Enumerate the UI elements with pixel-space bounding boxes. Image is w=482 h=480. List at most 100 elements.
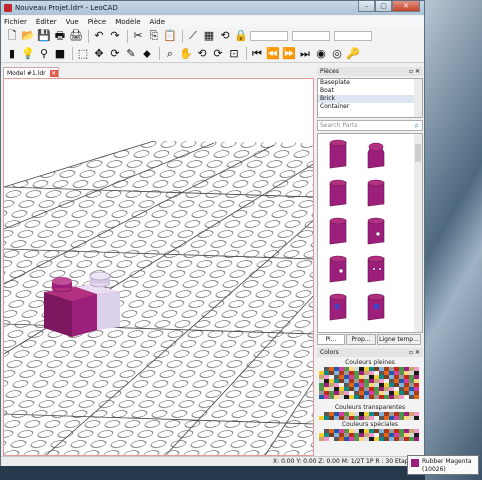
pieces-panel-header: Pièces ▫ ✕ xyxy=(317,67,423,76)
copy-icon[interactable]: ⎘ xyxy=(147,29,161,43)
last-step-icon[interactable]: ⏭ xyxy=(298,47,312,61)
panel-float-close-icon[interactable]: ▫ ✕ xyxy=(409,67,420,76)
delete-icon[interactable]: ✎ xyxy=(124,47,138,61)
print-icon[interactable]: 🖶 xyxy=(53,29,67,43)
paste-icon[interactable]: 📋 xyxy=(163,29,177,43)
part-thumb xyxy=(329,293,347,321)
color-swatch[interactable] xyxy=(414,395,419,399)
list-item[interactable]: Boat xyxy=(318,87,422,95)
undo-icon[interactable]: ↶ xyxy=(92,29,106,43)
panel-float-close-icon[interactable]: ▫ ✕ xyxy=(409,348,420,357)
tab-label: Model #1.ldr xyxy=(7,69,46,77)
time-field[interactable] xyxy=(250,31,288,41)
zoom-region-icon[interactable]: ⊡ xyxy=(227,47,241,61)
move-icon[interactable]: ✥ xyxy=(92,47,106,61)
save-icon[interactable]: 💾 xyxy=(37,29,51,43)
part-thumb xyxy=(367,142,385,169)
roll-icon[interactable]: ⟳ xyxy=(211,47,225,61)
part-thumb xyxy=(329,179,347,207)
list-item[interactable]: Baseplate xyxy=(318,79,422,87)
toolbar-separator xyxy=(159,47,160,60)
window-title: Nouveau Projet.ldr* - LeoCAD xyxy=(15,4,118,12)
rotate-icon[interactable]: ⟳ xyxy=(108,47,122,61)
list-item[interactable]: Brick xyxy=(318,95,422,103)
grid-icon[interactable]: ▦ xyxy=(202,29,216,43)
color-swatch[interactable] xyxy=(414,416,419,420)
list-item[interactable]: Container xyxy=(318,103,422,111)
transparent-color-palette[interactable] xyxy=(319,412,419,420)
tooltip-color-swatch xyxy=(411,459,419,467)
snap-icon[interactable]: ⟋ xyxy=(186,29,200,43)
solid-color-palette[interactable] xyxy=(319,367,419,399)
search-icon[interactable]: ⌕ xyxy=(415,121,419,131)
tab-close-icon[interactable]: ✕ xyxy=(49,69,58,77)
cut-icon[interactable]: ✂ xyxy=(131,29,145,43)
menu-bar: Fichier Éditer Vue Pièce Modèle Aide xyxy=(1,16,424,27)
tab-pieces[interactable]: Pi... xyxy=(317,334,345,345)
standard-toolbar: 🗋 📂 💾 🖶 🖨 ↶ ↷ ✂ ⎘ 📋 ⟋ ▦ ⟲ 🔒 xyxy=(1,27,424,45)
menu-vue[interactable]: Vue xyxy=(66,18,79,26)
insert-brick-icon[interactable]: ▮ xyxy=(5,47,19,61)
key-icon[interactable]: 🔑 xyxy=(346,47,360,61)
tab-timeline[interactable]: Ligne temp... xyxy=(377,334,421,345)
transparent-colors-label: Couleurs transparentes xyxy=(334,404,406,411)
paint-icon[interactable]: ⬥ xyxy=(140,47,154,61)
print-preview-icon[interactable]: 🖨 xyxy=(69,29,83,43)
new-file-icon[interactable]: 🗋 xyxy=(5,29,19,43)
menu-fichier[interactable]: Fichier xyxy=(4,18,27,26)
spotlight-icon[interactable]: ⚲ xyxy=(37,47,51,61)
parts-thumbnails xyxy=(329,139,385,321)
search-placeholder: Search Parts xyxy=(320,122,358,129)
zoom-icon[interactable]: ⌕ xyxy=(163,47,177,61)
next-step-icon[interactable]: ⏩ xyxy=(282,47,296,61)
menu-piece[interactable]: Pièce xyxy=(88,18,106,26)
tab-model-1[interactable]: Model #1.ldr ✕ xyxy=(3,67,59,78)
status-bar: X: 0.00 Y: 0.00 Z: 0.00 M: 1/2T 1P R : 3… xyxy=(1,456,424,466)
rotate-view-icon[interactable]: ⟲ xyxy=(195,47,209,61)
animation-icon[interactable]: ◉ xyxy=(314,47,328,61)
category-list[interactable]: Baseplate Boat Brick Container xyxy=(317,78,423,118)
parts-preview-grid[interactable] xyxy=(317,133,423,333)
app-window: Nouveau Projet.ldr* - LeoCAD – ▢ ✕ Fichi… xyxy=(0,0,425,466)
colors-panel-header: Colors ▫ ✕ xyxy=(317,348,423,357)
menu-modele[interactable]: Modèle xyxy=(115,18,140,26)
minimize-button[interactable]: – xyxy=(358,1,375,12)
toolbar-separator xyxy=(88,29,89,43)
scene-canvas xyxy=(4,140,313,455)
tooltip-color-code: (10026) xyxy=(422,466,446,473)
color-swatch[interactable] xyxy=(414,437,419,441)
menu-aide[interactable]: Aide xyxy=(150,18,165,26)
toolbar-separator xyxy=(127,29,128,43)
add-keys-icon[interactable]: ◎ xyxy=(330,47,344,61)
maximize-button[interactable]: ▢ xyxy=(375,1,392,12)
part-thumb xyxy=(367,293,385,321)
menu-editer[interactable]: Éditer xyxy=(36,18,57,26)
light-icon[interactable]: 💡 xyxy=(21,47,35,61)
previous-step-icon[interactable]: ⏪ xyxy=(266,47,280,61)
lock-icon[interactable]: 🔒 xyxy=(234,29,248,43)
preview-scroll-thumb[interactable] xyxy=(415,144,421,162)
open-folder-icon[interactable]: 📂 xyxy=(21,29,35,43)
pan-icon[interactable]: ✋ xyxy=(179,47,193,61)
step-field[interactable] xyxy=(292,31,330,41)
select-icon[interactable]: ⬚ xyxy=(76,47,90,61)
toolbar-separator xyxy=(182,29,183,43)
search-parts-input[interactable]: Search Parts ⌕ xyxy=(317,120,423,131)
rotate-field[interactable] xyxy=(334,31,372,41)
color-picker: Couleurs pleines Couleurs transparentes … xyxy=(317,358,423,456)
special-color-palette[interactable] xyxy=(319,429,419,441)
part-thumb xyxy=(329,255,347,283)
camera-icon[interactable]: ■ xyxy=(53,47,67,61)
tooltip-color-name: Rubber Magenta xyxy=(422,458,472,465)
solid-colors-label: Couleurs pleines xyxy=(345,359,395,366)
close-button[interactable]: ✕ xyxy=(392,1,420,12)
rotate-snap-icon[interactable]: ⟲ xyxy=(218,29,232,43)
tab-properties[interactable]: Prop... xyxy=(346,334,376,345)
3d-viewport[interactable] xyxy=(3,78,314,456)
redo-icon[interactable]: ↷ xyxy=(108,29,122,43)
title-bar[interactable]: Nouveau Projet.ldr* - LeoCAD – ▢ ✕ xyxy=(1,1,424,15)
window-controls: – ▢ ✕ xyxy=(358,1,420,12)
first-step-icon[interactable]: ⏮ xyxy=(250,47,264,61)
preview-scrollbar[interactable] xyxy=(414,134,422,332)
list-scrollbar[interactable] xyxy=(414,79,422,117)
